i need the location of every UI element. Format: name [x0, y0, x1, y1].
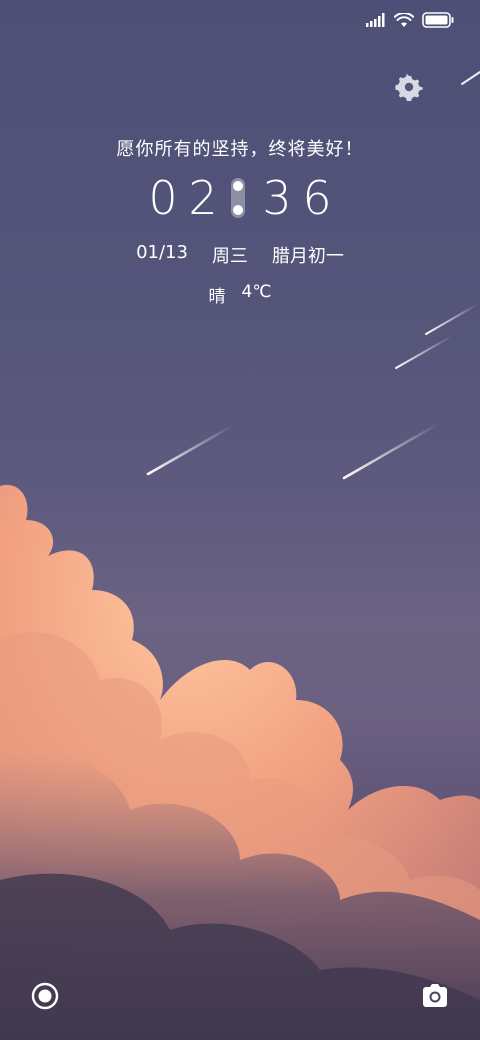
date-row: 01/13 周三 腊月初一	[0, 242, 480, 268]
clock-hour-tens: 0	[148, 171, 178, 225]
voice-assistant-button[interactable]	[29, 980, 61, 1012]
clock-hour-ones: 2	[188, 171, 218, 225]
settings-button[interactable]	[394, 72, 424, 102]
clock-minute-ones: 6	[302, 171, 332, 225]
sunset-clouds	[0, 484, 480, 1040]
status-bar	[366, 10, 454, 30]
weather-row: 晴 4℃	[0, 282, 480, 307]
clock-minute-tens: 3	[262, 171, 292, 225]
camera-button[interactable]	[419, 980, 451, 1012]
clock-separator	[231, 178, 245, 218]
lunar-date-text: 腊月初一	[271, 246, 344, 267]
signal-icon	[366, 13, 385, 27]
camera-icon	[423, 984, 447, 1007]
weather-condition: 晴	[208, 287, 226, 307]
gear-icon	[395, 73, 423, 101]
clock: 0 2 3 6	[0, 168, 480, 228]
battery-icon	[422, 12, 454, 28]
lockscreen-motto: 愿你所有的坚持，终将美好！	[116, 139, 364, 160]
weekday-text: 周三	[211, 246, 248, 267]
wifi-icon	[394, 12, 414, 27]
temperature-text: 4℃	[241, 282, 272, 302]
meteor-streaks	[146, 71, 480, 480]
voice-assistant-icon	[31, 982, 59, 1010]
date-text: 01/13	[136, 242, 188, 263]
